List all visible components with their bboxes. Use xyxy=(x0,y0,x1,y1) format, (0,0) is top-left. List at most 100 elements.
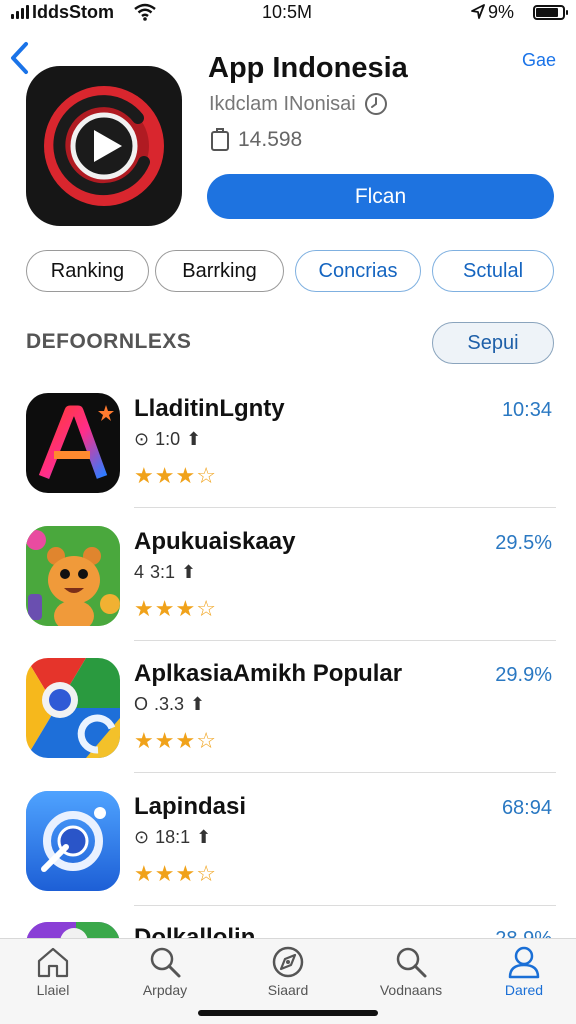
location-icon xyxy=(471,4,485,19)
developer-row[interactable]: Ikdclam INonisai xyxy=(209,92,388,116)
star-icon: ★ xyxy=(134,861,155,886)
person-icon xyxy=(508,946,540,979)
file-icon xyxy=(211,128,229,151)
rating-stars: ★★★☆ xyxy=(134,728,217,754)
star-icon: ☆ xyxy=(196,463,217,488)
app-character-icon xyxy=(26,526,120,626)
search-icon xyxy=(396,947,427,978)
thumbs-up-icon: ⬆ xyxy=(190,694,206,714)
tab-label: Llaiel xyxy=(36,982,70,998)
home-icon xyxy=(37,947,69,978)
wifi-icon xyxy=(134,3,156,21)
divider xyxy=(134,905,556,906)
tab-label: Siaard xyxy=(267,982,309,998)
status-bar: IddsStom 10:5M 9% xyxy=(0,0,576,26)
get-button[interactable]: Flcan xyxy=(207,174,554,219)
chevron-left-icon xyxy=(11,42,28,74)
signal-icon xyxy=(11,5,29,19)
star-icon: ★ xyxy=(154,728,176,753)
meta-prefix: 4 xyxy=(134,562,145,582)
thumbs-up-icon: ⬆ xyxy=(186,429,202,449)
compass-icon xyxy=(272,946,304,978)
tab-label: Arpday xyxy=(142,982,188,998)
carrier-name: IddsStom xyxy=(32,2,115,22)
tab-profile[interactable]: Dared xyxy=(479,945,569,1005)
star-icon: ★ xyxy=(154,861,176,886)
meta-prefix: ⊙ xyxy=(134,827,150,847)
star-icon: ★ xyxy=(154,463,176,488)
thumbs-up-icon: ⬆ xyxy=(181,562,197,582)
meta-value: .3.3 xyxy=(154,694,185,714)
tab-label: Dared xyxy=(504,982,544,998)
list-item-meta: O .3.3 ⬆ xyxy=(134,694,205,715)
section-title: DEFOORNLEXS xyxy=(26,330,192,353)
meta-value: 1:0 xyxy=(155,429,181,449)
star-icon: ★ xyxy=(134,728,155,753)
tab-home[interactable]: Llaiel xyxy=(8,945,98,1005)
list-item-name: LladitinLgnty xyxy=(134,395,285,422)
search-icon xyxy=(150,947,181,978)
list-item-name: AplkasiaAmikh Popular xyxy=(134,660,403,687)
category-chips: Ranking Barrking Concrias Sctulal xyxy=(0,250,576,294)
list-item-value: 10:34 xyxy=(501,399,552,421)
meta-prefix: O xyxy=(134,694,149,714)
star-icon: ★ xyxy=(134,463,155,488)
divider xyxy=(134,507,556,508)
list-item[interactable]: Lapindasi ⊙ 18:1 ⬆ ★★★☆ 68:94 xyxy=(0,791,576,923)
star-icon: ★ xyxy=(175,728,197,753)
app-letter-a-icon xyxy=(26,393,120,493)
battery-percent: 9% xyxy=(488,2,515,22)
home-indicator xyxy=(198,1010,378,1016)
star-icon: ☆ xyxy=(196,861,217,886)
chip-barrking[interactable]: Barrking xyxy=(155,250,284,292)
list-item-name: Lapindasi xyxy=(134,793,247,820)
star-icon: ☆ xyxy=(196,596,217,621)
play-logo-icon xyxy=(44,86,164,206)
star-icon: ☆ xyxy=(196,728,217,753)
star-icon: ★ xyxy=(154,596,176,621)
app-icon xyxy=(26,66,182,226)
star-icon: ★ xyxy=(175,596,197,621)
chip-sctulal[interactable]: Sctulal xyxy=(432,250,554,292)
list-item-value: 29.5% xyxy=(495,532,552,554)
tab-compass[interactable]: Siaard xyxy=(243,945,333,1005)
list-item[interactable]: LladitinLgnty ⊙ 1:0 ⬆ ★★★☆ 10:34 xyxy=(0,393,576,525)
app-size: 14.598 xyxy=(238,128,303,151)
rating-stars: ★★★☆ xyxy=(134,861,217,887)
list-item-meta: ⊙ 18:1 ⬆ xyxy=(134,827,211,848)
rating-stars: ★★★☆ xyxy=(134,463,217,489)
star-icon: ★ xyxy=(134,596,155,621)
star-icon: ★ xyxy=(175,861,197,886)
star-icon: ★ xyxy=(175,463,197,488)
header-action-link[interactable]: Gae xyxy=(522,50,556,71)
app-compass-icon xyxy=(26,791,120,891)
list-item[interactable]: Apukuaiskaay 4 3:1 ⬆ ★★★☆ 29.5% xyxy=(0,526,576,658)
battery-icon xyxy=(533,5,568,20)
list-item[interactable]: AplkasiaAmikh Popular O .3.3 ⬆ ★★★☆ 29.9… xyxy=(0,658,576,790)
tab-label: Vodnaans xyxy=(379,982,443,998)
list-item-value: 68:94 xyxy=(501,797,552,819)
tab-search-2[interactable]: Vodnaans xyxy=(366,945,456,1005)
divider xyxy=(134,772,556,773)
rating-stars: ★★★☆ xyxy=(134,596,217,622)
thumbs-up-icon: ⬆ xyxy=(196,827,212,847)
chip-concrias[interactable]: Concrias xyxy=(295,250,421,292)
app-swirl-icon xyxy=(26,658,120,758)
status-time: 10:5M xyxy=(262,2,313,22)
divider xyxy=(134,640,556,641)
app-title: App Indonesia xyxy=(208,52,408,84)
meta-value: 3:1 xyxy=(150,562,176,582)
list-item-meta: 4 3:1 ⬆ xyxy=(134,562,196,583)
developer-name: Ikdclam INonisai xyxy=(209,92,356,115)
clock-icon xyxy=(364,93,387,115)
size-row: 14.598 xyxy=(210,128,302,152)
tab-search[interactable]: Arpday xyxy=(120,945,210,1005)
meta-value: 18:1 xyxy=(155,827,191,847)
meta-prefix: ⊙ xyxy=(134,429,150,449)
list-item-value: 29.9% xyxy=(495,664,552,686)
list-item-name: Apukuaiskaay xyxy=(134,528,296,555)
see-all-button[interactable]: Sepui xyxy=(432,322,554,364)
chip-ranking[interactable]: Ranking xyxy=(26,250,149,292)
back-button[interactable] xyxy=(6,40,34,76)
list-item-meta: ⊙ 1:0 ⬆ xyxy=(134,429,201,450)
